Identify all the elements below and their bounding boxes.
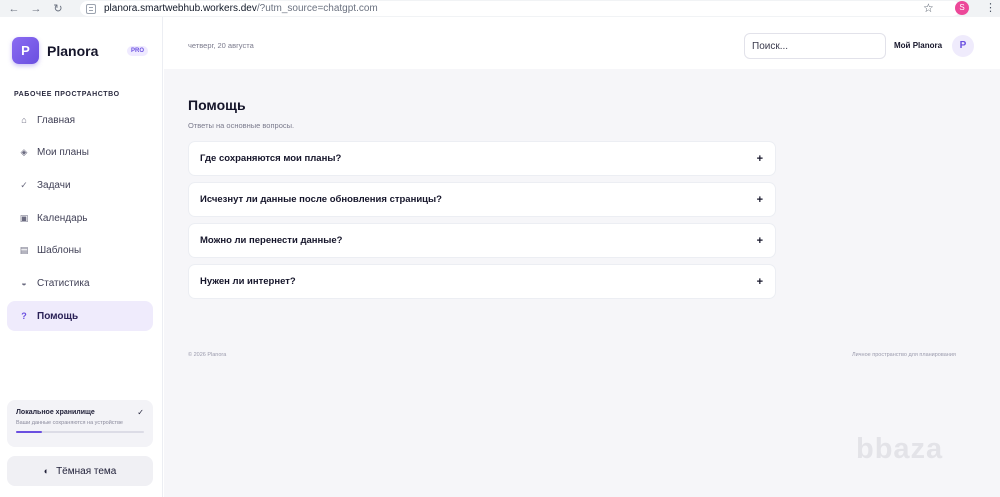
theme-button-label: Тёмная тема [56,465,117,477]
home-icon: ⌂ [21,115,27,125]
address-bar[interactable]: planora.smartwebhub.workers.dev/?utm_sou… [80,1,960,16]
dark-theme-button[interactable]: ◐ Тёмная тема [7,456,153,486]
browser-toolbar: ← → ↻ planora.smartwebhub.workers.dev/?u… [0,0,1000,17]
reload-icon[interactable]: ↻ [52,2,64,15]
watermark: bbaza [856,433,944,465]
sidebar-item-help[interactable]: ? Помощь [7,301,153,332]
sidebar-item-label: Задачи [37,179,71,191]
sidebar-item-statistics[interactable]: ◒ Статистика [7,268,153,298]
search-input[interactable] [744,33,886,59]
sidebar-item-label: Мои планы [37,147,89,159]
expand-plus-icon[interactable]: + [757,235,763,247]
faq-item[interactable]: Нужен ли интернет? + [188,264,776,299]
sidebar-item-home[interactable]: ⌂ Главная [7,105,153,135]
brand-name: Planora [47,42,99,59]
faq-question: Где сохраняются мои планы? [200,153,342,164]
faq-question: Можно ли перенести данные? [200,235,343,246]
sidebar-nav: ⌂ Главная ◈ Мои планы ✓ Задачи ▣ Календа… [7,105,153,334]
calendar-icon: ▣ [19,212,29,223]
user-name[interactable]: Мой Planora [894,41,942,50]
browser-menu-icon[interactable]: ⋮ [985,1,996,14]
site-info-icon[interactable] [86,3,96,14]
check-icon: ✓ [20,179,28,190]
avatar[interactable]: P [952,35,974,57]
current-date: четверг, 20 августа [188,41,254,50]
storage-progress-fill [16,431,42,433]
browser-profile-avatar[interactable]: S [955,1,969,15]
local-storage-card: Локальное хранилище ✓ Ваши данные сохран… [7,400,153,447]
faq-question: Нужен ли интернет? [200,276,296,287]
pro-badge: PRO [127,46,149,56]
forward-icon[interactable]: → [30,3,42,15]
sidebar-item-calendar[interactable]: ▣ Календарь [7,203,153,233]
storage-subtitle: Ваши данные сохраняются на устройстве [16,420,123,426]
bookmark-star-icon[interactable]: ☆ [923,1,934,15]
sidebar-item-label: Статистика [37,277,90,289]
faq-list: Где сохраняются мои планы? + Исчезнут ли… [188,141,776,305]
url-host: planora.smartwebhub.workers.dev [104,3,257,14]
template-icon: ▤ [19,245,29,256]
main-content: четверг, 20 августа Мой Planora P Помощь… [164,17,1000,497]
sidebar-item-label: Шаблоны [37,245,82,257]
sidebar-item-my-plans[interactable]: ◈ Мои планы [7,138,153,168]
sidebar-item-templates[interactable]: ▤ Шаблоны [7,236,153,266]
sidebar: P Planora PRO РАБОЧЕЕ ПРОСТРАНСТВО ⌂ Гла… [0,17,163,497]
back-icon[interactable]: ← [8,3,20,15]
check-icon: ✓ [137,408,144,417]
help-icon: ? [21,311,27,322]
faq-item[interactable]: Исчезнут ли данные после обновления стра… [188,182,776,217]
brand-logo: P [12,37,39,64]
chart-icon: ◒ [21,278,27,289]
faq-question: Исчезнут ли данные после обновления стра… [200,194,442,205]
brand[interactable]: P Planora PRO [12,37,149,64]
page-subtitle: Ответы на основные вопросы. [188,121,295,130]
half-moon-icon: ◐ [43,466,50,476]
storage-title: Локальное хранилище [16,409,95,416]
top-header: четверг, 20 августа Мой Planora P [164,17,1000,69]
url-path: /?utm_source=chatgpt.com [256,3,378,14]
diamond-icon: ◈ [20,147,28,158]
expand-plus-icon[interactable]: + [757,153,763,165]
storage-progress-bar [16,431,144,433]
faq-item[interactable]: Где сохраняются мои планы? + [188,141,776,176]
page-title: Помощь [188,97,246,113]
sidebar-item-label: Помощь [37,310,79,322]
sidebar-item-label: Главная [37,114,76,126]
expand-plus-icon[interactable]: + [757,276,763,288]
workspace-section-title: РАБОЧЕЕ ПРОСТРАНСТВО [14,91,120,98]
expand-plus-icon[interactable]: + [757,194,763,206]
sidebar-item-label: Календарь [37,212,88,224]
sidebar-item-tasks[interactable]: ✓ Задачи [7,170,153,200]
browser-nav: ← → ↻ [0,2,80,16]
footer-copyright: © 2026 Planora [188,352,227,358]
footer-tagline: Личное пространство для планирования [852,352,956,358]
faq-item[interactable]: Можно ли перенести данные? + [188,223,776,258]
